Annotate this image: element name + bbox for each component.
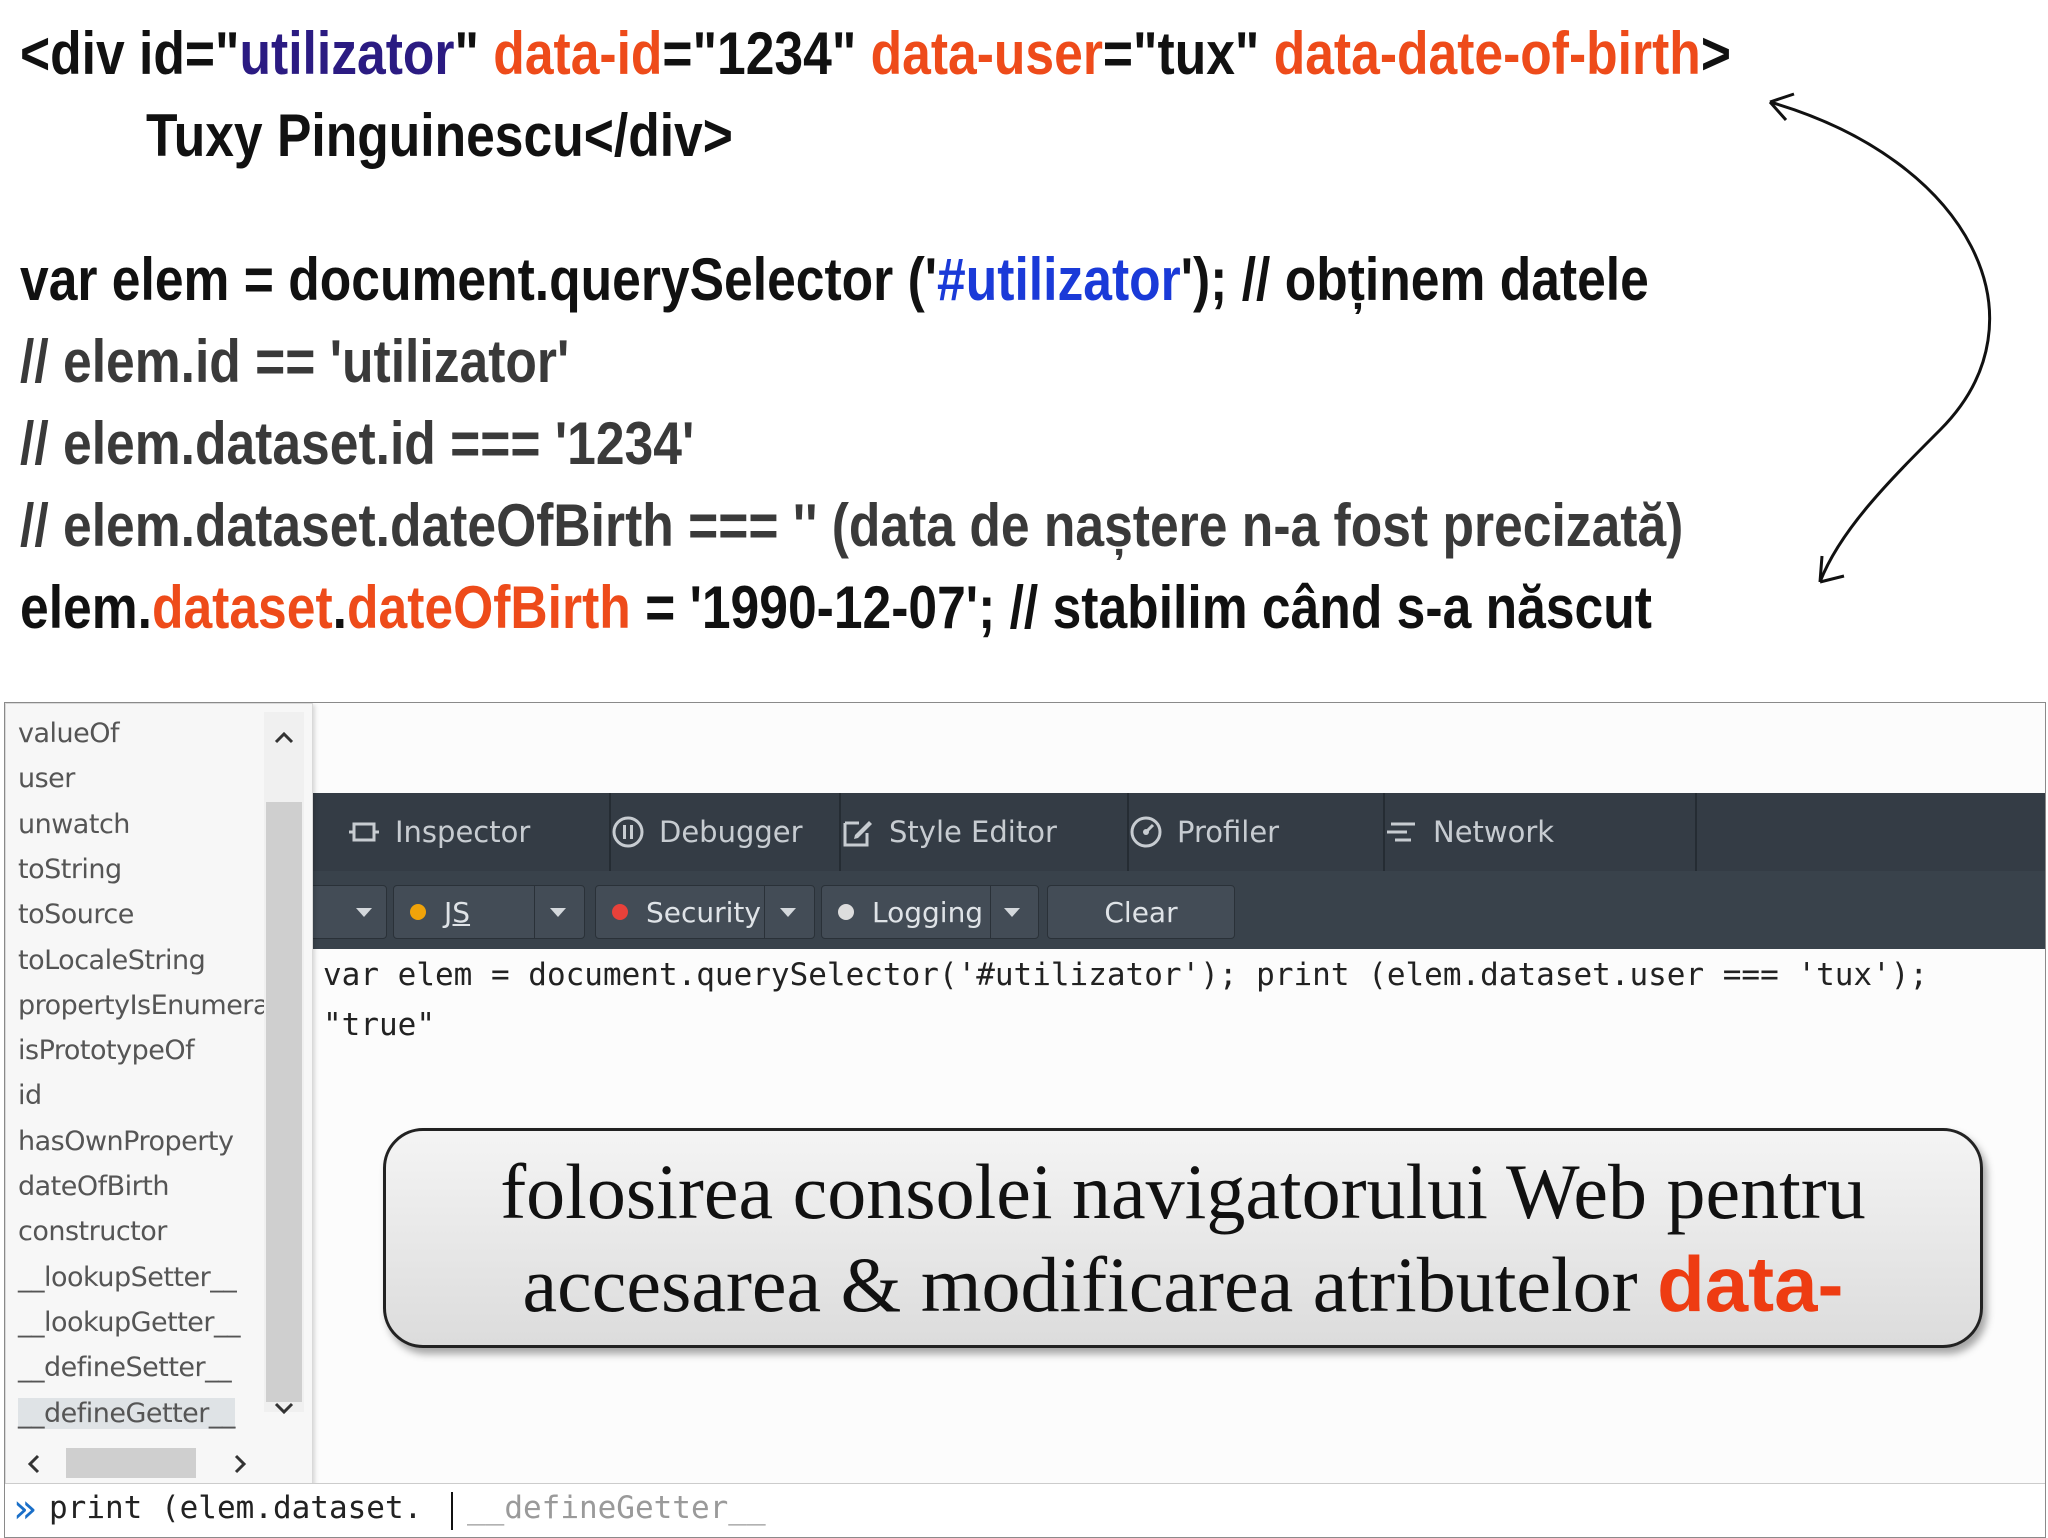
- js-status-dot: [410, 904, 426, 920]
- logging-dropdown-caret-icon[interactable]: [1004, 908, 1020, 917]
- chevron-up-icon[interactable]: [264, 718, 304, 758]
- code-line-query: var elem = document.querySelector ('#uti…: [20, 246, 1649, 313]
- style-editor-icon: [843, 821, 872, 847]
- profiler-icon: [1130, 816, 1162, 848]
- callout-line-1: folosirea consolei navigatorului Web pen…: [500, 1147, 1866, 1235]
- inspector-icon: [349, 822, 379, 842]
- dataset-keyword: dataset: [151, 574, 333, 641]
- debugger-icon: [612, 816, 644, 848]
- autocomplete-item[interactable]: __lookupSetter__: [18, 1262, 237, 1293]
- autocomplete-scrollbar[interactable]: [264, 712, 304, 1415]
- autocomplete-item[interactable]: __defineGetter__: [18, 1397, 235, 1429]
- chevron-right-icon[interactable]: [222, 1446, 258, 1482]
- autocomplete-item[interactable]: __lookupGetter__: [18, 1307, 241, 1338]
- console-input-echo: var elem = document.querySelector('#util…: [323, 957, 1929, 993]
- tab-network[interactable]: Network: [1353, 793, 1697, 871]
- network-icon: [1387, 822, 1415, 842]
- code-line-comment-dataset-id: // elem.dataset.id === '1234': [20, 410, 695, 477]
- logging-status-dot: [838, 904, 854, 920]
- autocomplete-item[interactable]: constructor: [18, 1216, 167, 1247]
- security-status-dot: [612, 904, 628, 920]
- autocomplete-hscroll-thumb[interactable]: [66, 1448, 196, 1478]
- callout-highlight: data-: [1657, 1239, 1844, 1328]
- tab-profiler[interactable]: Profiler: [1097, 793, 1385, 871]
- js-filter-button[interactable]: JS: [393, 885, 585, 939]
- prompt-chevron-icon: »: [13, 1486, 38, 1532]
- chevron-down-icon[interactable]: [264, 1388, 304, 1428]
- autocomplete-popup: valueOf user unwatch toString toSource toLoca…: [5, 703, 313, 1485]
- console-output: "true": [323, 1007, 435, 1043]
- js-dropdown-caret-icon[interactable]: [550, 908, 566, 917]
- code-line-comment-dob: // elem.dataset.dateOfBirth === '' (data…: [20, 492, 1684, 559]
- chevron-left-icon[interactable]: [16, 1446, 52, 1482]
- console-input-line[interactable]: » print (elem.dataset. __defineGetter__: [5, 1483, 2045, 1537]
- autocomplete-item[interactable]: toSource: [18, 899, 134, 930]
- autocomplete-item[interactable]: unwatch: [18, 809, 130, 840]
- console-input-field[interactable]: print (elem.dataset.: [49, 1490, 422, 1526]
- autocomplete-suggestion: __defineGetter__: [467, 1490, 766, 1526]
- attr-data-user: data-user: [870, 20, 1103, 87]
- security-filter-button[interactable]: Security: [595, 885, 815, 939]
- tab-style-editor[interactable]: Style Editor: [809, 793, 1129, 871]
- autocomplete-item[interactable]: id: [18, 1080, 42, 1111]
- autocomplete-item[interactable]: user: [18, 763, 75, 794]
- security-dropdown-caret-icon[interactable]: [780, 908, 796, 917]
- id-value: utilizator: [239, 20, 455, 87]
- autocomplete-item[interactable]: isPrototypeOf: [18, 1035, 195, 1066]
- autocomplete-item[interactable]: propertyIsEnumera: [18, 990, 269, 1021]
- callout-box: folosirea consolei navigatorului Web pen…: [383, 1128, 1983, 1348]
- attr-data-date-of-birth: data-date-of-birth: [1273, 20, 1701, 87]
- autocomplete-scroll-thumb[interactable]: [266, 802, 302, 1402]
- autocomplete-item[interactable]: toString: [18, 854, 122, 885]
- text-cursor: [451, 1492, 453, 1530]
- autocomplete-item[interactable]: valueOf: [18, 718, 120, 749]
- code-line-comment-id: // elem.id == 'utilizator': [20, 328, 570, 395]
- devtools-screenshot: Inspector Debugger Style Editor Profiler…: [4, 702, 2046, 1538]
- attr-data-id: data-id: [493, 20, 663, 87]
- autocomplete-horizontal-scrollbar[interactable]: [16, 1444, 256, 1480]
- logging-filter-button[interactable]: Logging: [821, 885, 1039, 939]
- callout-line-2: accesarea & modificarea atributelor data…: [522, 1239, 1844, 1328]
- autocomplete-item[interactable]: hasOwnProperty: [18, 1126, 234, 1157]
- code-line-div-content: Tuxy Pinguinescu</div>: [146, 102, 733, 169]
- autocomplete-item[interactable]: __defineSetter__: [18, 1352, 232, 1383]
- tab-debugger[interactable]: Debugger: [579, 793, 841, 871]
- tab-inspector[interactable]: Inspector: [315, 793, 611, 871]
- code-line-div-open: <div id="utilizator" data-id="1234" data…: [20, 20, 1731, 87]
- autocomplete-item[interactable]: dateOfBirth: [18, 1171, 169, 1202]
- curved-arrow-icon: [1768, 92, 1991, 584]
- selector-value: #utilizator: [937, 246, 1181, 313]
- dob-property: dateOfBirth: [346, 574, 631, 641]
- autocomplete-item[interactable]: toLocaleString: [18, 945, 206, 976]
- code-line-set-dob: elem.dataset.dateOfBirth = '1990-12-07';…: [20, 574, 1652, 641]
- clear-button[interactable]: Clear: [1047, 885, 1235, 939]
- css-filter-dropdown[interactable]: [305, 885, 387, 939]
